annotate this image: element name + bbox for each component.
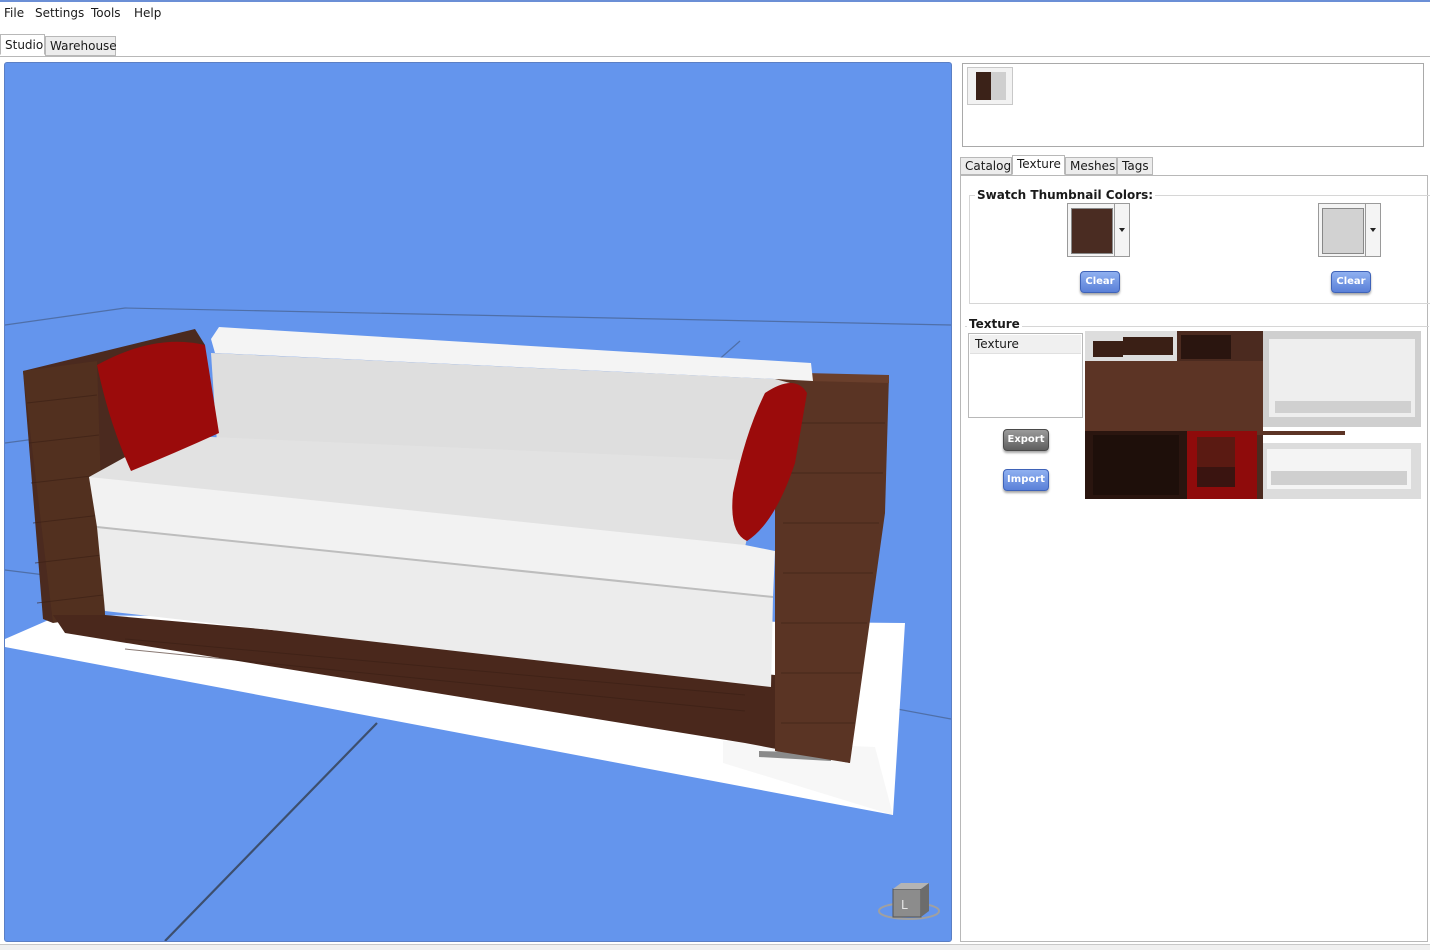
texture-atlas-image (1085, 331, 1421, 499)
tab-texture[interactable]: Texture (1012, 155, 1065, 175)
texture-tab-content: Swatch Thumbnail Colors: Clear Clear Tex… (960, 175, 1430, 942)
menu-settings[interactable]: Settings (35, 6, 84, 20)
swatch-color-well-2[interactable] (1318, 203, 1366, 257)
scene-render: L (5, 307, 951, 941)
orientation-gizmo[interactable]: L (878, 883, 940, 920)
clear-color-1-button[interactable]: Clear (1080, 271, 1120, 293)
swatch-color-fill-1 (1071, 208, 1113, 254)
status-bar (0, 944, 1430, 950)
menu-tools[interactable]: Tools (91, 6, 121, 20)
swatch-color-picker-2[interactable] (1318, 203, 1382, 257)
tab-meshes[interactable]: Meshes (1065, 157, 1117, 175)
right-panel: Catalog Texture Meshes Tags Swatch Thumb… (956, 58, 1430, 942)
chevron-down-icon[interactable] (1115, 203, 1130, 257)
chevron-down-icon[interactable] (1366, 203, 1381, 257)
menu-help[interactable]: Help (134, 6, 161, 20)
swatch-thumb-color-1 (976, 72, 991, 100)
import-button[interactable]: Import (1003, 469, 1049, 491)
clear-color-2-button[interactable]: Clear (1331, 271, 1371, 293)
swatch-colors-title: Swatch Thumbnail Colors: (975, 188, 1156, 202)
export-button[interactable]: Export (1003, 429, 1049, 451)
tab-warehouse[interactable]: Warehouse (45, 36, 117, 56)
swatch-thumbnail[interactable] (967, 67, 1013, 105)
texture-group-title: Texture (967, 317, 1022, 331)
gizmo-label: L (901, 898, 908, 912)
menu-bar: File Settings Tools Help (0, 2, 1430, 24)
menu-file[interactable]: File (4, 6, 24, 20)
texture-list-item[interactable]: Texture (970, 335, 1081, 354)
swatch-preview-box (962, 63, 1424, 147)
swatch-thumb-color-2 (991, 72, 1006, 100)
tab-studio[interactable]: Studio (0, 34, 45, 55)
3d-viewport[interactable]: L (4, 62, 952, 942)
tab-catalog[interactable]: Catalog (960, 157, 1012, 175)
tab-tags[interactable]: Tags (1117, 157, 1153, 175)
texture-list[interactable]: Texture (968, 333, 1083, 418)
main-tab-bar: Studio Warehouse (0, 34, 1430, 57)
swatch-color-well-1[interactable] (1067, 203, 1115, 257)
swatch-color-fill-2 (1322, 208, 1364, 254)
swatch-color-picker-1[interactable] (1067, 203, 1131, 257)
texture-atlas-preview (1085, 331, 1421, 499)
floor-grid-dark (164, 722, 378, 941)
